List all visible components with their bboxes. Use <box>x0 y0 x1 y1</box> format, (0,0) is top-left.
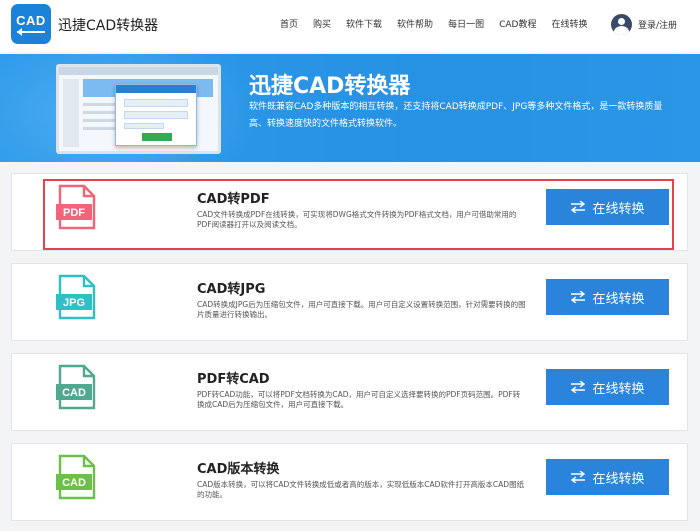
nav-item-buy[interactable]: 购买 <box>313 17 331 30</box>
button-label: 在线转换 <box>592 471 645 487</box>
nav-item-home[interactable]: 首页 <box>280 17 298 30</box>
card-title: PDF转CAD <box>197 372 270 387</box>
user-avatar-icon[interactable] <box>611 14 632 35</box>
login-link[interactable]: 登录/注册 <box>638 18 677 31</box>
banner-title: 迅捷CAD转换器 <box>249 74 411 99</box>
card-description: CAD版本转换，可以将CAD文件转换成低或者高的版本，实现低版本CAD软件打开高… <box>197 480 525 499</box>
swap-arrows-icon <box>570 291 586 303</box>
cad-file-icon: CAD <box>56 364 96 410</box>
brand-name[interactable]: 迅捷CAD转换器 <box>58 15 158 35</box>
nav-item-tutorial[interactable]: CAD教程 <box>499 17 536 30</box>
online-convert-button[interactable]: 在线转换 <box>546 369 669 405</box>
top-header: CAD 迅捷CAD转换器 首页 购买 软件下载 软件帮助 每日一图 CAD教程 … <box>0 0 700 52</box>
logo-icon[interactable]: CAD <box>11 4 51 44</box>
banner-description: 软件既兼容CAD多种版本的相互转换，还支持将CAD转换成PDF、JPG等多种文件… <box>249 102 663 129</box>
button-label: 在线转换 <box>592 381 645 397</box>
dialog-screenshot-icon <box>115 84 197 146</box>
nav-item-help[interactable]: 软件帮助 <box>397 17 433 30</box>
card-title: CAD转JPG <box>197 282 266 297</box>
highlight-box <box>43 179 674 250</box>
jpg-file-icon: JPG <box>56 274 96 320</box>
swap-arrows-icon <box>570 381 586 393</box>
card-cad-version-convert: CAD CAD版本转换 CAD版本转换，可以将CAD文件转换成低或者高的版本，实… <box>11 443 688 521</box>
swap-arrows-icon <box>570 471 586 483</box>
svg-text:CAD: CAD <box>62 387 86 399</box>
nav-item-daily[interactable]: 每日一图 <box>448 17 484 30</box>
hero-banner: 迅捷CAD转换器 软件既兼容CAD多种版本的相互转换，还支持将CAD转换成PDF… <box>0 54 700 162</box>
logo-arrow-icon <box>17 28 45 37</box>
card-description: CAD转换成JPG后为压缩包文件，用户可直接下载。用户可自定义设置转换范围，针对… <box>197 300 526 319</box>
main-nav: 首页 购买 软件下载 软件帮助 每日一图 CAD教程 在线转换 <box>280 17 602 30</box>
card-cad-to-jpg: JPG CAD转JPG CAD转换成JPG后为压缩包文件，用户可直接下载。用户可… <box>11 263 688 341</box>
card-description: PDF转CAD功能，可以将PDF文档转换为CAD，用户可自定义选择要转换的PDF… <box>197 390 521 409</box>
logo-text: CAD <box>16 13 46 28</box>
nav-item-online[interactable]: 在线转换 <box>551 17 587 30</box>
nav-item-download[interactable]: 软件下载 <box>346 17 382 30</box>
online-convert-button[interactable]: 在线转换 <box>546 459 669 495</box>
svg-text:JPG: JPG <box>63 297 85 309</box>
card-pdf-to-cad: CAD PDF转CAD PDF转CAD功能，可以将PDF文档转换为CAD，用户可… <box>11 353 688 431</box>
card-title: CAD版本转换 <box>197 462 280 477</box>
svg-text:CAD: CAD <box>62 477 86 489</box>
button-label: 在线转换 <box>592 291 645 307</box>
online-convert-button[interactable]: 在线转换 <box>546 279 669 315</box>
cad-file-icon: CAD <box>56 454 96 500</box>
